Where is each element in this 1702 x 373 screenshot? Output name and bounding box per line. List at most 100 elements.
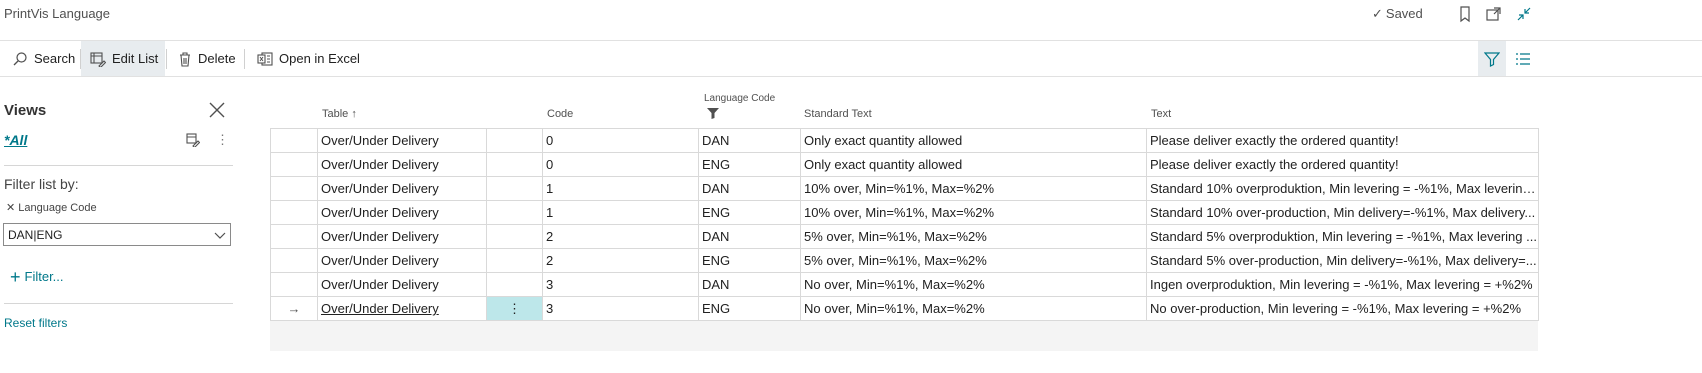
open-new-window-icon[interactable] bbox=[1485, 5, 1503, 23]
cell-language-code[interactable]: DAN bbox=[698, 128, 801, 153]
cell-language-code[interactable]: ENG bbox=[698, 248, 801, 273]
collapse-icon[interactable] bbox=[1515, 5, 1533, 23]
table-row[interactable]: Over/Under Delivery 1 ENG 10% over, Min=%1%… bbox=[270, 200, 1539, 225]
cell-text[interactable]: Standard 10% overproduktion, Min leverin… bbox=[1146, 176, 1539, 201]
cell-code[interactable]: 1 bbox=[542, 200, 699, 225]
row-actions-cell[interactable]: ⋮ bbox=[486, 296, 543, 321]
close-icon[interactable] bbox=[208, 101, 226, 119]
cell-language-code[interactable]: DAN bbox=[698, 224, 801, 249]
cell-standard-text[interactable]: Only exact quantity allowed bbox=[800, 152, 1147, 177]
row-actions-cell[interactable] bbox=[486, 176, 543, 201]
cell-text[interactable]: Standard 5% overproduktion, Min levering… bbox=[1146, 224, 1539, 249]
row-indicator[interactable] bbox=[270, 248, 318, 273]
add-filter-link[interactable]: + Filter... bbox=[10, 267, 64, 288]
view-all-link[interactable]: *All bbox=[4, 132, 27, 148]
cell-language-code[interactable]: ENG bbox=[698, 200, 801, 225]
filter-field-language-code[interactable]: ✕ Language Code bbox=[6, 201, 97, 214]
cell-table[interactable]: Over/Under Delivery bbox=[317, 200, 487, 225]
cell-code[interactable]: 1 bbox=[542, 176, 699, 201]
cell-table[interactable]: Over/Under Delivery bbox=[317, 272, 487, 297]
cell-table[interactable]: Over/Under Delivery bbox=[317, 224, 487, 249]
page-title: PrintVis Language bbox=[4, 6, 111, 21]
cell-standard-text[interactable]: 10% over, Min=%1%, Max=%2% bbox=[800, 200, 1147, 225]
cell-standard-text[interactable]: 5% over, Min=%1%, Max=%2% bbox=[800, 224, 1147, 249]
divider bbox=[4, 165, 233, 166]
cell-language-code[interactable]: DAN bbox=[698, 272, 801, 297]
cell-text[interactable]: Standard 10% over-production, Min delive… bbox=[1146, 200, 1539, 225]
row-actions-cell[interactable] bbox=[486, 200, 543, 225]
list-view-button[interactable] bbox=[1512, 41, 1534, 76]
saved-label: Saved bbox=[1385, 6, 1423, 21]
cell-table[interactable]: Over/Under Delivery bbox=[317, 248, 487, 273]
cell-table[interactable]: Over/Under Delivery bbox=[317, 152, 487, 177]
bookmark-icon[interactable] bbox=[1456, 5, 1474, 23]
edit-list-button[interactable]: Edit List bbox=[81, 41, 165, 76]
row-actions-cell[interactable] bbox=[486, 152, 543, 177]
cell-language-code[interactable]: ENG bbox=[698, 296, 801, 321]
cell-text[interactable]: Please deliver exactly the ordered quant… bbox=[1146, 128, 1539, 153]
cell-standard-text[interactable]: 10% over, Min=%1%, Max=%2% bbox=[800, 176, 1147, 201]
table-row[interactable]: → Over/Under Delivery ⋮ 3 ENG No over, Min=%1… bbox=[270, 296, 1539, 321]
table-row[interactable]: Over/Under Delivery 0 ENG Only exact quanti… bbox=[270, 152, 1539, 177]
row-indicator[interactable] bbox=[270, 152, 318, 177]
cell-standard-text[interactable]: Only exact quantity allowed bbox=[800, 128, 1147, 153]
delete-button[interactable]: Delete bbox=[178, 41, 236, 76]
column-filter-icon bbox=[707, 108, 719, 119]
row-indicator[interactable] bbox=[270, 224, 318, 249]
column-header-text[interactable]: Text bbox=[1151, 108, 1171, 120]
filter-value: DAN|ENG bbox=[8, 228, 63, 242]
excel-icon bbox=[257, 51, 273, 66]
column-header-standard-text[interactable]: Standard Text bbox=[804, 108, 872, 120]
table-row[interactable]: Over/Under Delivery 0 DAN Only exact quanti… bbox=[270, 128, 1539, 153]
search-button[interactable]: Search bbox=[12, 41, 75, 76]
cell-code[interactable]: 3 bbox=[542, 272, 699, 297]
row-indicator[interactable] bbox=[270, 200, 318, 225]
table-row[interactable]: Over/Under Delivery 2 DAN 5% over, Min=%1%,… bbox=[270, 224, 1539, 249]
grid-empty-area bbox=[270, 321, 1538, 351]
cell-standard-text[interactable]: No over, Min=%1%, Max=%2% bbox=[800, 296, 1147, 321]
cell-table[interactable]: Over/Under Delivery bbox=[317, 176, 487, 201]
open-in-excel-button[interactable]: Open in Excel bbox=[257, 41, 360, 76]
row-indicator[interactable] bbox=[270, 272, 318, 297]
column-header-table[interactable]: Table ↑ bbox=[322, 108, 357, 120]
row-actions-cell[interactable] bbox=[486, 248, 543, 273]
remove-filter-icon[interactable]: ✕ bbox=[6, 202, 15, 214]
row-indicator[interactable]: → bbox=[270, 296, 318, 321]
plus-icon: + bbox=[10, 267, 21, 287]
row-actions-cell[interactable] bbox=[486, 128, 543, 153]
cell-text[interactable]: Standard 5% over-production, Min deliver… bbox=[1146, 248, 1539, 273]
column-header-language-code[interactable]: Language Code bbox=[704, 93, 775, 104]
language-code-filter-input[interactable]: DAN|ENG bbox=[3, 223, 231, 246]
cell-text[interactable]: No over-production, Min levering = -%1%,… bbox=[1146, 296, 1539, 321]
cell-code[interactable]: 3 bbox=[542, 296, 699, 321]
row-actions-cell[interactable] bbox=[486, 224, 543, 249]
more-options-icon[interactable]: ⋮ bbox=[216, 132, 229, 148]
reset-filters-link[interactable]: Reset filters bbox=[4, 316, 67, 330]
cell-language-code[interactable]: ENG bbox=[698, 152, 801, 177]
cell-code[interactable]: 0 bbox=[542, 152, 699, 177]
edit-list-label: Edit List bbox=[112, 51, 159, 66]
cell-table[interactable]: Over/Under Delivery bbox=[317, 296, 487, 321]
table-row[interactable]: Over/Under Delivery 1 DAN 10% over, Min=%1%… bbox=[270, 176, 1539, 201]
sort-ascending-icon: ↑ bbox=[351, 108, 357, 120]
cell-code[interactable]: 2 bbox=[542, 224, 699, 249]
cell-text[interactable]: Ingen overproduktion, Min levering = -%1… bbox=[1146, 272, 1539, 297]
row-indicator[interactable] bbox=[270, 128, 318, 153]
filter-pane: Views *All ⋮ Filter list by: ✕ Language … bbox=[0, 77, 240, 373]
filter-pane-button[interactable] bbox=[1478, 41, 1506, 76]
cell-text[interactable]: Please deliver exactly the ordered quant… bbox=[1146, 152, 1539, 177]
cell-standard-text[interactable]: 5% over, Min=%1%, Max=%2% bbox=[800, 248, 1147, 273]
cell-code[interactable]: 0 bbox=[542, 128, 699, 153]
table-row[interactable]: Over/Under Delivery 2 ENG 5% over, Min=%1%,… bbox=[270, 248, 1539, 273]
edit-view-icon[interactable] bbox=[186, 133, 200, 147]
add-filter-label: Filter... bbox=[24, 269, 64, 284]
cell-standard-text[interactable]: No over, Min=%1%, Max=%2% bbox=[800, 272, 1147, 297]
column-header-code[interactable]: Code bbox=[547, 108, 573, 120]
table-row[interactable]: Over/Under Delivery 3 DAN No over, Min=%1%,… bbox=[270, 272, 1539, 297]
row-indicator[interactable] bbox=[270, 176, 318, 201]
cell-language-code[interactable]: DAN bbox=[698, 176, 801, 201]
search-icon bbox=[13, 51, 27, 65]
cell-code[interactable]: 2 bbox=[542, 248, 699, 273]
row-actions-cell[interactable] bbox=[486, 272, 543, 297]
cell-table[interactable]: Over/Under Delivery bbox=[317, 128, 487, 153]
